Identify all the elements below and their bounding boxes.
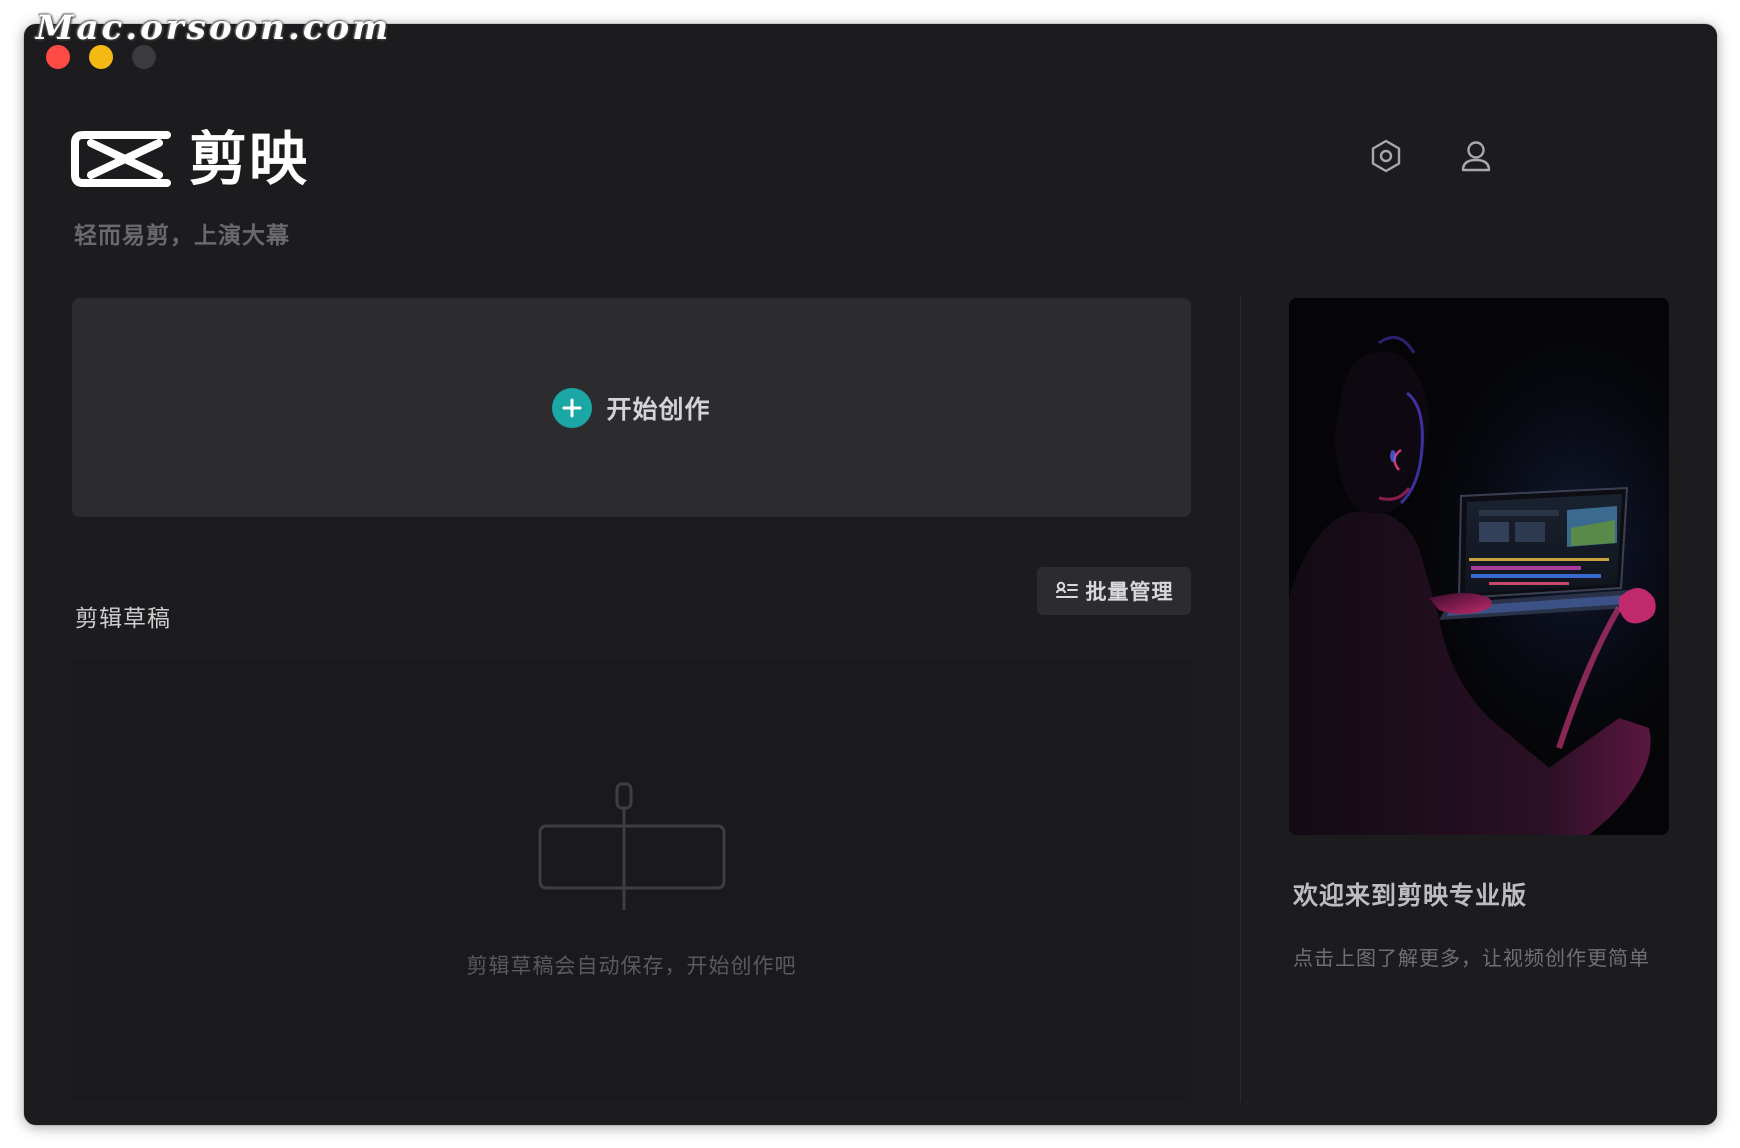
app-name: 剪映 [189,125,310,193]
panel-divider [1240,296,1241,1102]
drafts-section-title: 剪辑草稿 [75,606,171,632]
settings-hexagon-icon [1371,139,1401,173]
start-creating-card[interactable]: 开始创作 [72,298,1191,517]
batch-manage-button[interactable]: 批量管理 [1037,567,1191,615]
start-creating-label: 开始创作 [606,394,711,424]
app-window: 剪映 轻而易剪，上演大幕 开始创作 剪辑草稿 批量管理 剪辑草稿会自动保存，开始… [24,24,1717,1125]
maximize-window-button[interactable] [132,45,156,69]
promo-title: 欢迎来到剪映专业版 [1293,881,1528,910]
account-button[interactable] [1456,136,1496,176]
app-tagline: 轻而易剪，上演大幕 [74,223,290,249]
batch-manage-label: 批量管理 [1085,580,1174,604]
app-logo: 剪映 [71,129,309,189]
promo-banner-image[interactable] [1289,298,1669,835]
drafts-list-empty: 剪辑草稿会自动保存，开始创作吧 [72,660,1191,1100]
promo-subtitle: 点击上图了解更多，让视频创作更简单 [1293,946,1650,970]
empty-timeline-illustration-icon [538,782,726,910]
user-account-icon [1461,141,1491,172]
capcut-logo-icon [71,131,171,187]
settings-button[interactable] [1366,136,1406,176]
drafts-empty-message: 剪辑草稿会自动保存，开始创作吧 [466,954,797,978]
close-window-button[interactable] [46,45,70,69]
plus-icon [552,387,593,428]
batch-manage-icon [1055,581,1078,598]
watermark-text: Mac.orsoon.com [36,8,392,48]
minimize-window-button[interactable] [89,45,113,69]
window-controls [46,45,156,69]
